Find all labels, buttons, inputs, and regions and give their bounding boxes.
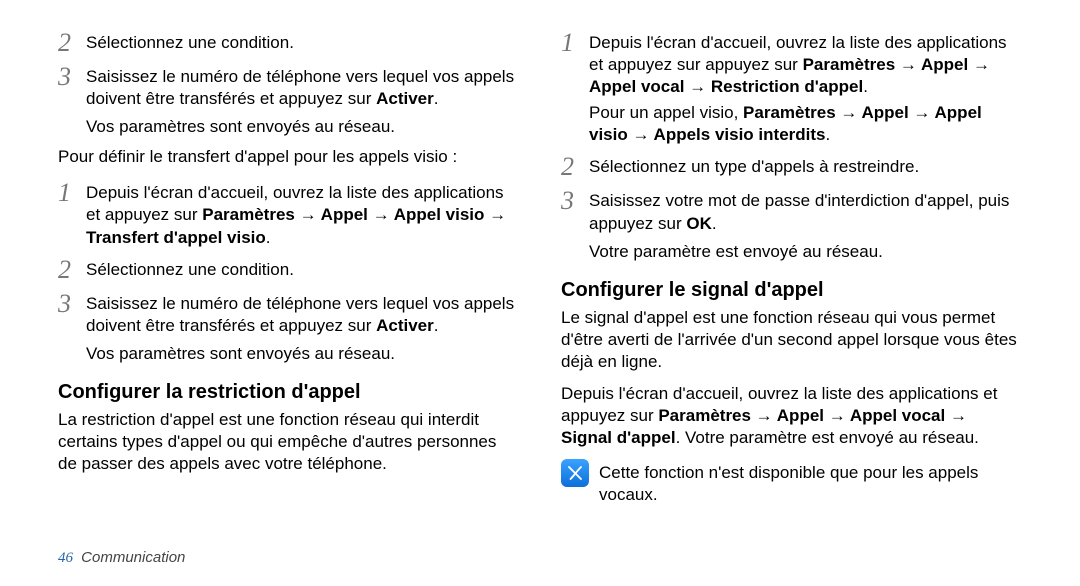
bold-ok: OK	[686, 214, 712, 233]
step-number: 3	[561, 186, 589, 214]
step-body: Sélectionnez une condition.	[86, 255, 519, 281]
step-1-visio-open-settings: 1 Depuis l'écran d'accueil, ouvrez la li…	[58, 178, 519, 248]
heading-signal: Configurer le signal d'appel	[561, 277, 1022, 303]
restriction-desc: La restriction d'appel est une fonction …	[58, 409, 519, 475]
text: Saisissez le numéro de téléphone vers le…	[86, 294, 514, 335]
page-number: 46	[58, 550, 73, 566]
step-number: 2	[58, 28, 86, 56]
step-number: 3	[58, 62, 86, 90]
step-number: 2	[561, 152, 589, 180]
step-body: Depuis l'écran d'accueil, ouvrez la list…	[589, 28, 1022, 146]
note-text: Cette fonction n'est disponible que pour…	[599, 459, 1022, 506]
step-2-restriction-select-type: 2 Sélectionnez un type d'appels à restre…	[561, 152, 1022, 180]
step-body: Depuis l'écran d'accueil, ouvrez la list…	[86, 178, 519, 248]
step-number: 1	[58, 178, 86, 206]
step-number: 1	[561, 28, 589, 56]
section-name: Communication	[81, 549, 185, 566]
note-row: Cette fonction n'est disponible que pour…	[561, 459, 1022, 506]
step-1-restriction-open-settings: 1 Depuis l'écran d'accueil, ouvrez la li…	[561, 28, 1022, 146]
step-body: Sélectionnez un type d'appels à restrein…	[589, 152, 1022, 178]
network-sent-note: Votre paramètre est envoyé au réseau.	[589, 241, 1022, 263]
text: Saisissez votre mot de passe d'interdict…	[589, 191, 1009, 232]
step-body: Saisissez le numéro de téléphone vers le…	[86, 62, 519, 110]
step-body: Saisissez le numéro de téléphone vers le…	[86, 289, 519, 337]
visio-intro: Pour définir le transfert d'appel pour l…	[58, 146, 519, 168]
step-body: Sélectionnez une condition.	[86, 28, 519, 54]
heading-restriction: Configurer la restriction d'appel	[58, 379, 519, 405]
note-icon	[561, 459, 589, 487]
network-sent-note: Vos paramètres sont envoyés au réseau.	[86, 343, 519, 365]
step-number: 2	[58, 255, 86, 283]
right-column: 1 Depuis l'écran d'accueil, ouvrez la li…	[561, 28, 1022, 507]
network-sent-note: Vos paramètres sont envoyés au réseau.	[86, 116, 519, 138]
signal-steps: Depuis l'écran d'accueil, ouvrez la list…	[561, 383, 1022, 449]
text: Saisissez le numéro de téléphone vers le…	[86, 67, 514, 108]
footer: 46 Communication	[58, 548, 185, 569]
bold-activer: Activer	[376, 89, 434, 108]
step-3-restriction-password: 3 Saisissez votre mot de passe d'interdi…	[561, 186, 1022, 234]
step-3-enter-number: 3 Saisissez le numéro de téléphone vers …	[58, 62, 519, 110]
step-number: 3	[58, 289, 86, 317]
step-body: Saisissez votre mot de passe d'interdict…	[589, 186, 1022, 234]
text: . Votre paramètre est envoyé au réseau.	[676, 428, 979, 447]
signal-desc: Le signal d'appel est une fonction résea…	[561, 307, 1022, 373]
step-2-visio-select-condition: 2 Sélectionnez une condition.	[58, 255, 519, 283]
step-2-select-condition: 2 Sélectionnez une condition.	[58, 28, 519, 56]
text: Pour un appel visio,	[589, 103, 743, 122]
left-column: 2 Sélectionnez une condition. 3 Saisisse…	[58, 28, 519, 507]
bold-activer: Activer	[376, 316, 434, 335]
step-3-visio-enter-number: 3 Saisissez le numéro de téléphone vers …	[58, 289, 519, 337]
